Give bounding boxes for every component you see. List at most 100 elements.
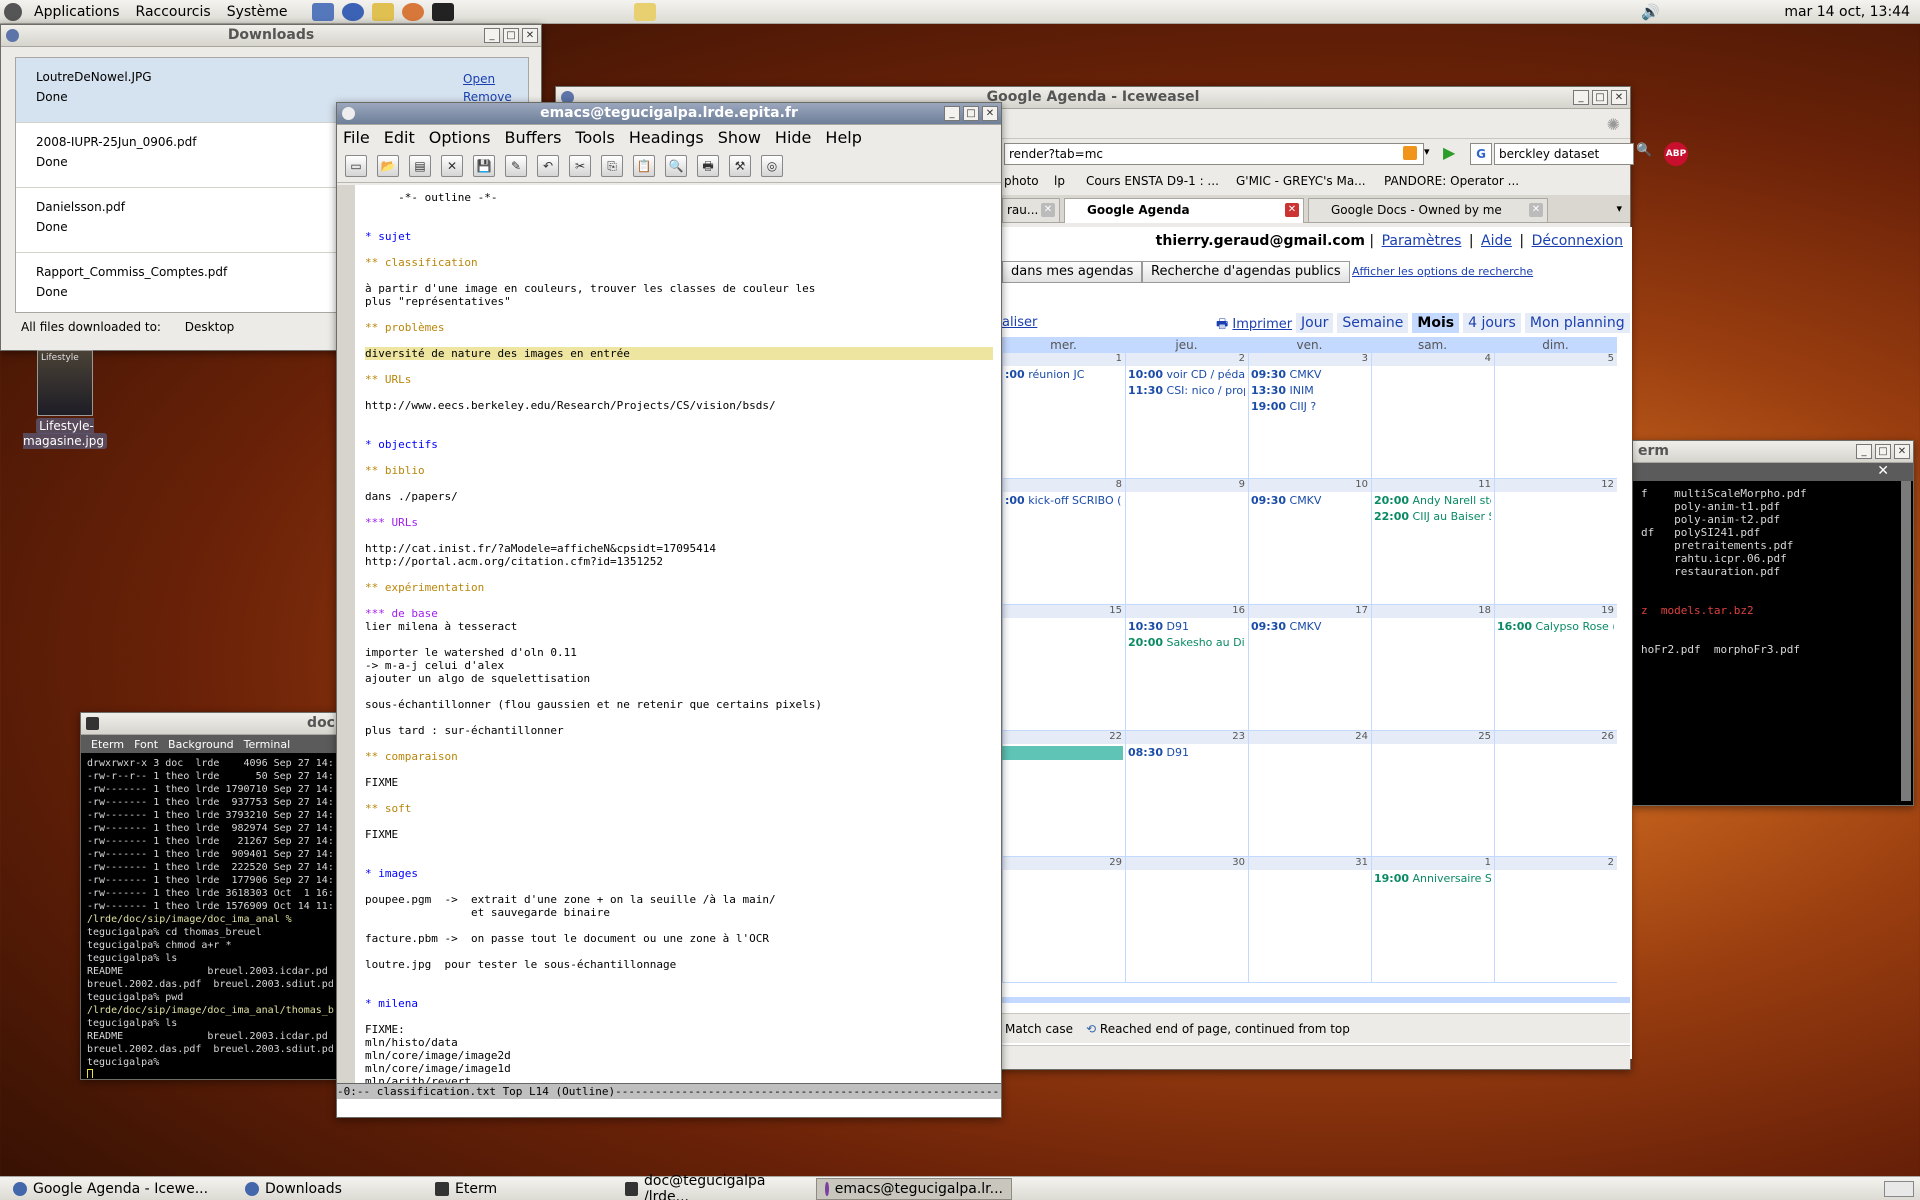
- buffer-line[interactable]: -> m-a-j celui d'alex: [365, 659, 993, 672]
- rss-icon[interactable]: [1403, 146, 1417, 160]
- buffer-line[interactable]: *** de base: [365, 607, 993, 620]
- emacs-menu-edit[interactable]: Edit: [384, 128, 415, 147]
- paste-icon[interactable]: 📋: [633, 154, 655, 177]
- buffer-line[interactable]: et sauvegarde binaire: [365, 906, 993, 919]
- copy-icon[interactable]: ⎘: [601, 154, 623, 177]
- browser-launcher-icon[interactable]: [341, 2, 364, 21]
- volume-icon[interactable]: 🔊: [1641, 3, 1660, 21]
- close-button[interactable]: ✕: [1611, 90, 1627, 105]
- buffer-line[interactable]: [365, 386, 993, 399]
- day-cell[interactable]: 4: [1371, 353, 1494, 479]
- task-doc-terminal[interactable]: doc@tegucigalpa /lrde...: [616, 1173, 812, 1200]
- day-number[interactable]: 11: [1478, 479, 1491, 492]
- emacs-menu-show[interactable]: Show: [718, 128, 761, 147]
- emacs-menu-hide[interactable]: Hide: [775, 128, 811, 147]
- buffer-line[interactable]: FIXME:: [365, 1023, 993, 1036]
- buffer-line[interactable]: sous-échantillonner (flou gaussien et ne…: [365, 698, 993, 711]
- tab-google-docs[interactable]: Google Docs - Owned by me ✕: [1308, 198, 1548, 222]
- buffer-line[interactable]: * sujet: [365, 230, 993, 243]
- day-number[interactable]: 15: [1109, 605, 1122, 618]
- help-icon[interactable]: ◎: [761, 154, 783, 177]
- close-button[interactable]: ✕: [982, 106, 998, 121]
- eterm-right-titlebar[interactable]: erm _ □ ✕: [1633, 441, 1913, 463]
- day-cell[interactable]: 12: [1494, 479, 1617, 605]
- eterm-menu-eterm[interactable]: Eterm: [91, 738, 124, 751]
- buffer-line[interactable]: -*- outline -*-: [365, 191, 993, 204]
- day-cell[interactable]: 5: [1494, 353, 1617, 479]
- day-number[interactable]: 31: [1355, 857, 1368, 870]
- minimize-button[interactable]: _: [484, 28, 500, 43]
- buffer-line[interactable]: [365, 815, 993, 828]
- calendar-event[interactable]: 20:00 Sakesho au Divan: [1128, 636, 1245, 649]
- buffer-line[interactable]: ajouter un algo de squelettisation: [365, 672, 993, 685]
- calendar-event[interactable]: 16:00 Calypso Rose (por: [1497, 620, 1614, 633]
- buffer-line[interactable]: [365, 503, 993, 516]
- close-button[interactable]: ✕: [1894, 444, 1910, 459]
- eterm-menu-background[interactable]: Background: [168, 738, 234, 751]
- bookmark-cours-ensta[interactable]: Cours ENSTA D9-1 : ...: [1086, 174, 1219, 188]
- buffer-line[interactable]: ** problèmes: [365, 321, 993, 334]
- bookmark-gmic[interactable]: G'MIC - GREYC's Ma...: [1236, 174, 1366, 188]
- link-deconnexion[interactable]: Déconnexion: [1532, 233, 1623, 249]
- day-number[interactable]: 12: [1601, 479, 1614, 492]
- buffer-line[interactable]: plus "représentatives": [365, 295, 993, 308]
- tab-close-icon[interactable]: ✕: [1041, 203, 1055, 217]
- maximize-button[interactable]: □: [963, 106, 979, 121]
- day-cell[interactable]: 31: [1248, 857, 1371, 983]
- buffer-line[interactable]: ** expérimentation: [365, 581, 993, 594]
- search-my-agendas-button[interactable]: dans mes agendas: [1002, 261, 1143, 283]
- day-number[interactable]: 5: [1608, 353, 1614, 366]
- undo-icon[interactable]: ↶: [537, 154, 559, 177]
- search-icon[interactable]: 🔍: [1636, 143, 1656, 165]
- tab-partial[interactable]: rau... ✕: [1002, 198, 1060, 222]
- buffer-line[interactable]: [365, 360, 993, 373]
- buffer-line[interactable]: * milena: [365, 997, 993, 1010]
- buffer-line[interactable]: ** classification: [365, 256, 993, 269]
- day-number[interactable]: 19: [1601, 605, 1614, 618]
- maximize-button[interactable]: □: [503, 28, 519, 43]
- tab-close-icon[interactable]: ✕: [1529, 203, 1543, 217]
- buffer-line[interactable]: [365, 451, 993, 464]
- buffer-line[interactable]: [365, 334, 993, 347]
- buffer-line[interactable]: *** URLs: [365, 516, 993, 529]
- cut-icon[interactable]: ✂: [569, 154, 591, 177]
- downloads-titlebar[interactable]: Downloads _ □ ✕: [1, 25, 541, 47]
- kill-buffer-icon[interactable]: ✕: [441, 154, 463, 177]
- day-number[interactable]: 26: [1601, 731, 1614, 744]
- tab-list-icon[interactable]: ▾: [1616, 202, 1622, 215]
- buffer-line[interactable]: plus tard : sur-échantillonner: [365, 724, 993, 737]
- buffer-line[interactable]: [365, 971, 993, 984]
- downloads-folder[interactable]: Desktop: [185, 320, 235, 334]
- emacs-menu-file[interactable]: File: [343, 128, 370, 147]
- eterm-left-output[interactable]: drwxrwxr-x 3 doc lrde 4096 Sep 27 14: -rw…: [81, 753, 339, 1078]
- buffer-line[interactable]: [365, 854, 993, 867]
- buffer-line[interactable]: ** biblio: [365, 464, 993, 477]
- view-mon-planning[interactable]: Mon planning: [1524, 313, 1630, 333]
- buffer-line[interactable]: poupee.pgm -> extrait d'une zone + on la…: [365, 893, 993, 906]
- folder-applet-icon[interactable]: [634, 3, 656, 21]
- day-cell[interactable]: 18: [1371, 605, 1494, 731]
- buffer-line[interactable]: diversité de nature des images en entrée: [365, 347, 993, 360]
- buffer-line[interactable]: [365, 633, 993, 646]
- view-mois[interactable]: Mois: [1412, 313, 1460, 333]
- bookmark-lp[interactable]: lp: [1054, 174, 1065, 188]
- gnome-foot-icon[interactable]: [4, 2, 22, 21]
- url-dropdown-icon[interactable]: ▾: [1424, 145, 1430, 158]
- eterm-scrollbar[interactable]: [1901, 481, 1911, 801]
- clock[interactable]: mar 14 oct, 13:44: [1784, 0, 1910, 24]
- buffer-line[interactable]: ** soft: [365, 802, 993, 815]
- day-number[interactable]: 22: [1109, 731, 1122, 744]
- buffer-line[interactable]: [365, 412, 993, 425]
- minimize-button[interactable]: _: [1856, 444, 1872, 459]
- dired-icon[interactable]: ▤: [409, 154, 431, 177]
- day-number[interactable]: 1: [1485, 857, 1491, 870]
- calendar-event[interactable]: 10:00 voir CD / pédago d: [1128, 368, 1245, 381]
- open-link[interactable]: Open: [463, 72, 495, 86]
- day-number[interactable]: 1: [1116, 353, 1122, 366]
- buffer-line[interactable]: ** comparaison: [365, 750, 993, 763]
- notes-launcher-icon[interactable]: [371, 2, 394, 21]
- bookmark-pandore[interactable]: PANDORE: Operator ...: [1384, 174, 1519, 188]
- buffer-line[interactable]: [365, 594, 993, 607]
- menu-raccourcis[interactable]: Raccourcis: [128, 0, 219, 24]
- day-number[interactable]: 23: [1232, 731, 1245, 744]
